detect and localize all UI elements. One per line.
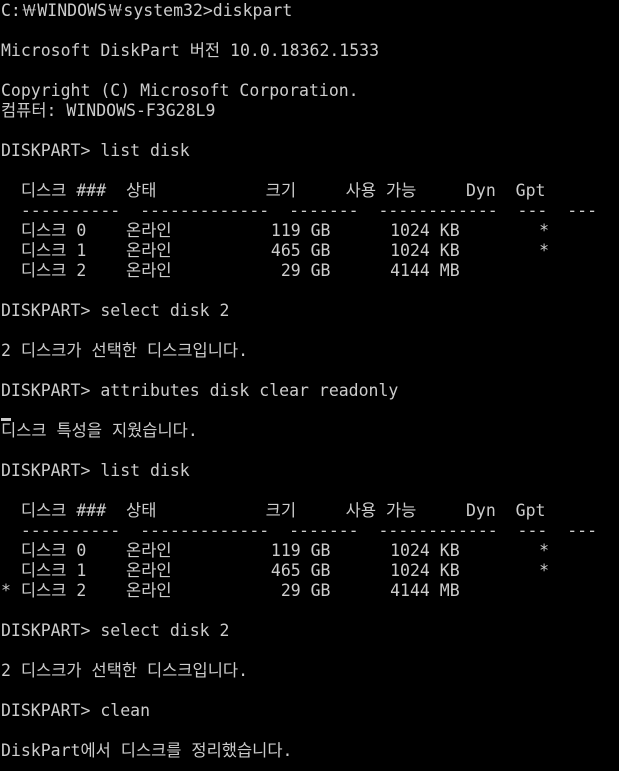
console-line: Microsoft DiskPart 버전 10.0.18362.1533 <box>1 41 380 60</box>
console-line: ---------- ------------- ------- -------… <box>1 201 598 220</box>
console-line: DISKPART> attributes disk clear readonly <box>1 381 399 400</box>
console-line: DISKPART> select disk 2 <box>1 621 230 640</box>
console-line: 디스크 2 온라인 29 GB 4144 MB <box>1 261 460 280</box>
console-line: 디스크 0 온라인 119 GB 1024 KB * <box>1 221 550 240</box>
console-line: 디스크 0 온라인 119 GB 1024 KB * <box>1 541 550 560</box>
console-line: DISKPART> clean <box>1 701 151 720</box>
console-line: 컴퓨터: WINDOWS-F3G28L9 <box>1 101 216 120</box>
console-line: DISKPART> select disk 2 <box>1 301 230 320</box>
console-line: 디스크 1 온라인 465 GB 1024 KB * <box>1 561 550 580</box>
console-window[interactable]: C:￦WINDOWS￦system32>diskpart Microsoft D… <box>0 0 619 771</box>
console-line: DISKPART> list disk <box>1 461 190 480</box>
console-line: DISKPART> list disk <box>1 141 190 160</box>
console-line: Copyright (C) Microsoft Corporation. <box>1 81 359 100</box>
console-line: DiskPart에서 디스크를 정리했습니다. <box>1 741 293 760</box>
console-line: * 디스크 2 온라인 29 GB 4144 MB <box>1 581 460 600</box>
console-line: 디스크 특성을 지웠습니다. <box>1 421 198 440</box>
console-line: 디스크 1 온라인 465 GB 1024 KB * <box>1 241 550 260</box>
console-line: 2 디스크가 선택한 디스크입니다. <box>1 661 249 680</box>
console-line: C:￦WINDOWS￦system32>diskpart <box>1 1 293 20</box>
text-cursor <box>1 418 11 421</box>
console-line: 디스크 ### 상태 크기 사용 가능 Dyn Gpt <box>1 181 546 200</box>
console-line: 2 디스크가 선택한 디스크입니다. <box>1 341 249 360</box>
console-line: ---------- ------------- ------- -------… <box>1 521 598 540</box>
console-line: 디스크 ### 상태 크기 사용 가능 Dyn Gpt <box>1 501 546 520</box>
